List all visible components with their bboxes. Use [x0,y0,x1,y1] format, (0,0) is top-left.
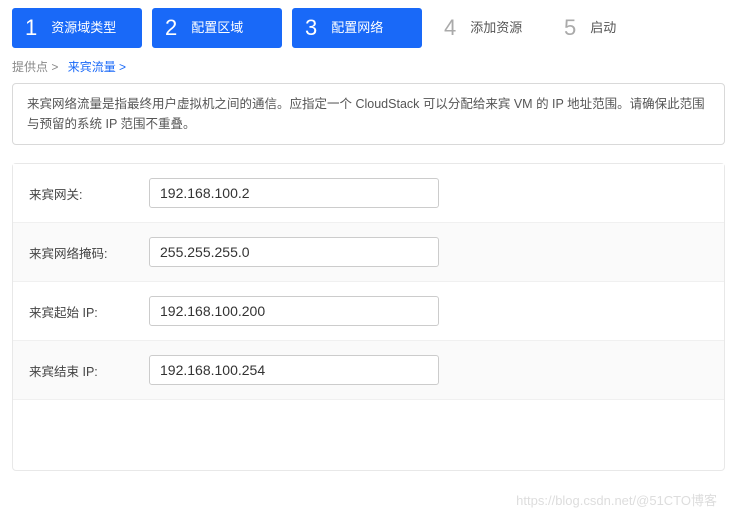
input-guest-start-ip[interactable] [149,296,439,326]
step-number: 3 [305,15,317,41]
label-guest-end-ip: 来宾结束 IP: [29,361,149,380]
guest-network-form: 来宾网关: 来宾网络掩码: 来宾起始 IP: 来宾结束 IP: [12,163,725,471]
step-add-resources: 4 添加资源 [432,8,542,48]
breadcrumb-guest-traffic-link[interactable]: 来宾流量 > [68,60,126,74]
step-launch: 5 启动 [552,8,662,48]
step-config-network[interactable]: 3 配置网络 [292,8,422,48]
input-guest-gateway[interactable] [149,178,439,208]
row-guest-gateway: 来宾网关: [13,164,724,223]
description-box: 来宾网络流量是指最终用户虚拟机之间的通信。应指定一个 CloudStack 可以… [12,83,725,145]
label-guest-netmask: 来宾网络掩码: [29,243,149,262]
step-number: 4 [444,15,456,41]
wizard-steps: 1 资源域类型 2 配置区域 3 配置网络 4 添加资源 5 启动 [0,0,737,54]
step-number: 5 [564,15,576,41]
label-guest-start-ip: 来宾起始 IP: [29,302,149,321]
step-zone-type[interactable]: 1 资源域类型 [12,8,142,48]
step-label: 资源域类型 [51,20,116,36]
input-guest-end-ip[interactable] [149,355,439,385]
label-guest-gateway: 来宾网关: [29,184,149,203]
breadcrumb-prefix: 提供点 > [12,60,58,74]
step-number: 2 [165,15,177,41]
row-guest-end-ip: 来宾结束 IP: [13,341,724,400]
row-guest-start-ip: 来宾起始 IP: [13,282,724,341]
row-guest-netmask: 来宾网络掩码: [13,223,724,282]
step-label: 添加资源 [470,20,522,36]
step-label: 启动 [590,20,616,36]
step-label: 配置网络 [331,20,383,36]
step-label: 配置区域 [191,20,243,36]
step-number: 1 [25,15,37,41]
breadcrumb: 提供点 > 来宾流量 > [0,54,737,83]
step-config-zone[interactable]: 2 配置区域 [152,8,282,48]
input-guest-netmask[interactable] [149,237,439,267]
watermark: https://blog.csdn.net/@51CTO博客 [516,490,717,509]
